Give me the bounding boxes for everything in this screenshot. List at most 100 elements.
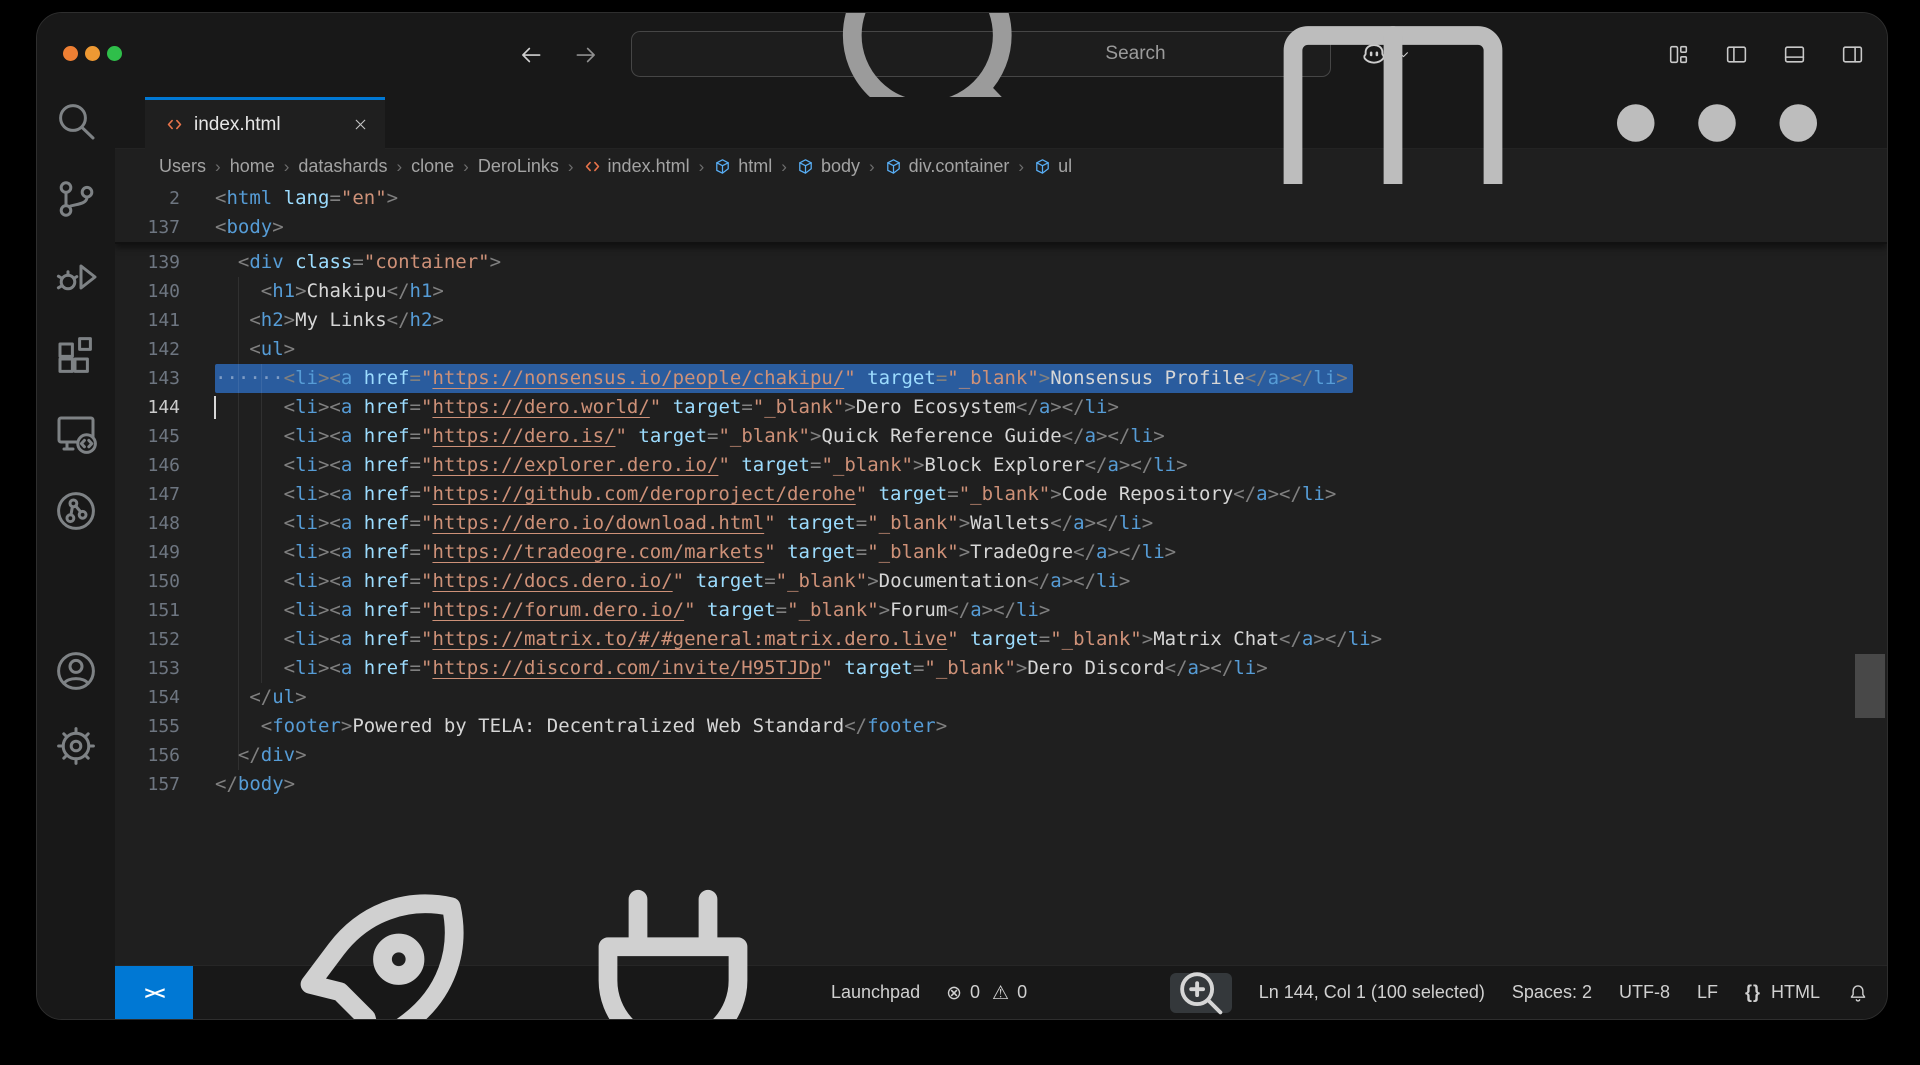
notifications-bell-button[interactable] bbox=[1847, 982, 1869, 1004]
code-line-146[interactable]: 146 <li><a href="https://explorer.dero.i… bbox=[115, 451, 1887, 480]
code-line-144[interactable]: 144 <li><a href="https://dero.world/" ta… bbox=[115, 393, 1887, 422]
code-line-143[interactable]: 143 ······<li><a href="https://nonsensus.… bbox=[115, 364, 1887, 393]
line-number[interactable]: 141 bbox=[115, 306, 180, 335]
activity-network-graph-icon[interactable] bbox=[52, 487, 100, 535]
cube-icon bbox=[713, 157, 732, 176]
line-number[interactable]: 146 bbox=[115, 451, 180, 480]
line-number[interactable]: 148 bbox=[115, 509, 180, 538]
code-line-147[interactable]: 147 <li><a href="https://github.com/dero… bbox=[115, 480, 1887, 509]
editor-actions bbox=[1243, 26, 1867, 220]
go-back-button[interactable] bbox=[518, 42, 544, 68]
breadcrumb-item-ul[interactable]: ul bbox=[1033, 156, 1072, 177]
line-number[interactable]: 2 bbox=[115, 184, 180, 213]
minimize-window-button[interactable] bbox=[85, 46, 100, 61]
code-line-155[interactable]: 155 <footer>Powered by TELA: Decentraliz… bbox=[115, 712, 1887, 741]
language-mode-status[interactable]: {} HTML bbox=[1745, 982, 1820, 1003]
encoding-status[interactable]: UTF-8 bbox=[1619, 982, 1670, 1003]
line-number[interactable]: 137 bbox=[115, 213, 180, 242]
breadcrumb-item-users[interactable]: Users bbox=[159, 156, 206, 177]
activity-run-debug-icon[interactable] bbox=[52, 253, 100, 301]
code-lines[interactable]: 139 <div class="container"> 140 <h1>Chaki… bbox=[115, 248, 1887, 799]
activity-search-icon[interactable] bbox=[52, 97, 100, 145]
close-window-button[interactable] bbox=[63, 46, 78, 61]
code-line-152[interactable]: 152 <li><a href="https://matrix.to/#/#ge… bbox=[115, 625, 1887, 654]
sticky-scroll[interactable]: 2 <html lang="en"> 137 <body> bbox=[115, 184, 1887, 244]
code-line-145[interactable]: 145 <li><a href="https://dero.is/" targe… bbox=[115, 422, 1887, 451]
activity-settings-gear-icon[interactable] bbox=[52, 722, 100, 770]
code-line-139[interactable]: 139 <div class="container"> bbox=[115, 248, 1887, 277]
breadcrumb-separator: › bbox=[869, 156, 875, 176]
error-icon: ⊗ bbox=[946, 981, 963, 1004]
zoom-window-button[interactable] bbox=[107, 46, 122, 61]
launchpad-label: Launchpad bbox=[831, 982, 921, 1002]
breadcrumb-separator: › bbox=[1018, 156, 1025, 176]
code-line-148[interactable]: 148 <li><a href="https://dero.io/downloa… bbox=[115, 509, 1887, 538]
curly-brackets-icon: {} bbox=[1744, 982, 1761, 1002]
line-number[interactable]: 154 bbox=[115, 683, 180, 712]
tab-index-html[interactable]: index.html bbox=[145, 97, 385, 149]
code-line-157[interactable]: 157 </body> bbox=[115, 770, 1887, 799]
code-line-137[interactable]: 137 <body> bbox=[115, 213, 1887, 242]
activity-remote-explorer-icon[interactable] bbox=[52, 409, 100, 457]
warning-icon: ⚠ bbox=[992, 981, 1010, 1004]
breadcrumb-item-html[interactable]: html bbox=[713, 156, 772, 177]
code-tag-icon bbox=[583, 157, 602, 176]
activity-bar bbox=[37, 97, 115, 1019]
code-line-2[interactable]: 2 <html lang="en"> bbox=[115, 184, 1887, 213]
launchpad-status-item[interactable]: Launchpad bbox=[215, 843, 921, 1019]
line-number[interactable]: 139 bbox=[115, 248, 180, 277]
breadcrumb-item-home[interactable]: home bbox=[230, 156, 275, 177]
line-number[interactable]: 152 bbox=[115, 625, 180, 654]
code-line-153[interactable]: 153 <li><a href="https://discord.com/inv… bbox=[115, 654, 1887, 683]
breadcrumb-separator: › bbox=[567, 156, 574, 176]
line-number[interactable]: 156 bbox=[115, 741, 180, 770]
code-line-156[interactable]: 156 </div> bbox=[115, 741, 1887, 770]
line-number[interactable]: 150 bbox=[115, 567, 180, 596]
breadcrumb-item-clone[interactable]: clone bbox=[411, 156, 454, 177]
code-line-151[interactable]: 151 <li><a href="https://forum.dero.io/"… bbox=[115, 596, 1887, 625]
line-number[interactable]: 140 bbox=[115, 277, 180, 306]
line-number[interactable]: 145 bbox=[115, 422, 180, 451]
breadcrumb-item-body[interactable]: body bbox=[796, 156, 860, 177]
warning-count: 0 bbox=[1017, 982, 1028, 1002]
command-center-search[interactable]: Search bbox=[631, 13, 1331, 166]
editor-group: index.html Users › home › datashards › clone › D… bbox=[115, 26, 1887, 1019]
code-line-141[interactable]: 141 <h2>My Links</h2> bbox=[115, 306, 1887, 335]
close-tab-icon[interactable] bbox=[352, 116, 369, 133]
cube-icon bbox=[884, 157, 903, 176]
activity-source-control-icon[interactable] bbox=[52, 175, 100, 223]
code-line-142[interactable]: 142 <ul> bbox=[115, 335, 1887, 364]
breadcrumb-item-div-container[interactable]: div.container bbox=[884, 156, 1009, 177]
breadcrumb-item-index-html[interactable]: index.html bbox=[583, 156, 690, 177]
line-number[interactable]: 144 bbox=[115, 393, 180, 422]
line-number[interactable]: 142 bbox=[115, 335, 180, 364]
activity-account-icon[interactable] bbox=[52, 647, 100, 695]
line-number[interactable]: 157 bbox=[115, 770, 180, 799]
problems-status-item[interactable]: ⊗ 0 ⚠ 0 bbox=[946, 982, 1027, 1004]
remote-indicator[interactable]: >< bbox=[115, 966, 193, 1019]
line-number[interactable]: 155 bbox=[115, 712, 180, 741]
activity-extensions-icon[interactable] bbox=[52, 331, 100, 379]
code-line-149[interactable]: 149 <li><a href="https://tradeogre.com/m… bbox=[115, 538, 1887, 567]
line-number[interactable]: 153 bbox=[115, 654, 180, 683]
zoom-status-button[interactable] bbox=[1169, 971, 1232, 1014]
breadcrumb-item-derolinks[interactable]: DeroLinks bbox=[478, 156, 559, 177]
search-placeholder: Search bbox=[1105, 43, 1166, 64]
indentation-status[interactable]: Spaces: 2 bbox=[1512, 982, 1592, 1003]
line-number[interactable]: 147 bbox=[115, 480, 180, 509]
code-line-140[interactable]: 140 <h1>Chakipu</h1> bbox=[115, 277, 1887, 306]
rocket-icon bbox=[215, 843, 515, 1019]
editor-scrollbar-thumb[interactable] bbox=[1855, 654, 1885, 718]
vscode-window: Search index.html Users › home › datasha… bbox=[36, 12, 1888, 1020]
eol-status[interactable]: LF bbox=[1697, 982, 1718, 1003]
code-line-150[interactable]: 150 <li><a href="https://docs.dero.io/" … bbox=[115, 567, 1887, 596]
text-cursor bbox=[214, 396, 216, 419]
cursor-position-status[interactable]: Ln 144, Col 1 (100 selected) bbox=[1259, 982, 1485, 1003]
breadcrumb-item-datashards[interactable]: datashards bbox=[298, 156, 387, 177]
line-number[interactable]: 149 bbox=[115, 538, 180, 567]
go-forward-button[interactable] bbox=[573, 42, 599, 68]
line-number[interactable]: 143 bbox=[115, 364, 180, 393]
status-bar: >< Launchpad ⊗ 0 ⚠ 0 Ln 144, Col 1 (100 … bbox=[115, 889, 1887, 1019]
line-number[interactable]: 151 bbox=[115, 596, 180, 625]
code-line-154[interactable]: 154 </ul> bbox=[115, 683, 1887, 712]
